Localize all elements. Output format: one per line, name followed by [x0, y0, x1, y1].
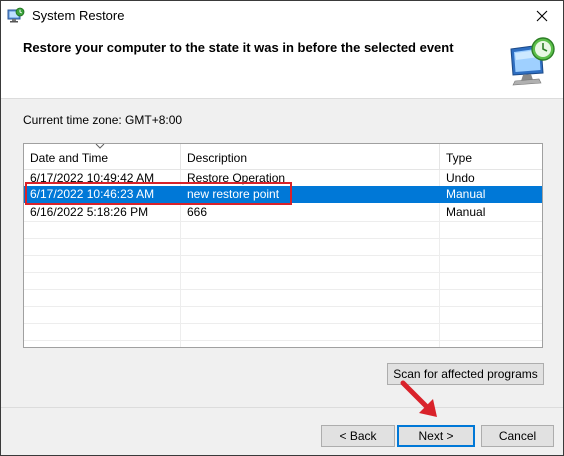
- list-header: Date and Time Description Type: [24, 144, 542, 170]
- row-date: 6/16/2022 5:18:26 PM: [30, 205, 149, 219]
- table-row[interactable]: 6/16/2022 5:18:26 PM 666 Manual: [24, 204, 542, 221]
- row-type: Manual: [446, 205, 486, 219]
- empty-row: [24, 340, 542, 347]
- column-header-date[interactable]: Date and Time: [24, 144, 181, 170]
- column-header-date-label: Date and Time: [30, 151, 109, 165]
- footer-divider: [1, 407, 563, 408]
- row-description: Restore Operation: [187, 171, 286, 185]
- table-row[interactable]: 6/17/2022 10:49:42 AM Restore Operation …: [24, 170, 542, 187]
- cancel-button[interactable]: Cancel: [481, 425, 554, 447]
- row-description: new restore point: [187, 187, 280, 201]
- empty-row: [24, 255, 542, 272]
- column-header-type[interactable]: Type: [440, 144, 542, 170]
- close-button[interactable]: [527, 3, 557, 29]
- red-arrow-icon: [400, 380, 437, 417]
- table-row-selected[interactable]: 6/17/2022 10:46:23 AM new restore point …: [24, 186, 542, 203]
- system-restore-icon: [7, 7, 25, 25]
- scan-affected-programs-button[interactable]: Scan for affected programs: [387, 363, 544, 385]
- page-heading: Restore your computer to the state it wa…: [23, 40, 454, 55]
- row-date: 6/17/2022 10:49:42 AM: [30, 171, 155, 185]
- next-button[interactable]: Next >: [397, 425, 475, 447]
- empty-row: [24, 272, 542, 289]
- title-bar[interactable]: System Restore: [1, 1, 563, 31]
- column-header-type-label: Type: [446, 151, 473, 165]
- row-type: Manual: [446, 187, 486, 201]
- empty-row: [24, 221, 542, 238]
- header-panel: Restore your computer to the state it wa…: [1, 31, 563, 99]
- row-type: Undo: [446, 171, 475, 185]
- row-description: 666: [187, 205, 208, 219]
- system-restore-window: System Restore Restore your computer to …: [0, 0, 564, 456]
- empty-row: [24, 289, 542, 306]
- column-header-description[interactable]: Description: [181, 144, 440, 170]
- empty-row: [24, 323, 542, 340]
- back-button[interactable]: < Back: [321, 425, 395, 447]
- sort-chevron-icon: [95, 144, 105, 149]
- empty-row: [24, 238, 542, 255]
- computer-restore-clock-icon: [505, 35, 557, 87]
- window-title: System Restore: [32, 8, 125, 23]
- timezone-label: Current time zone: GMT+8:00: [23, 113, 183, 127]
- close-icon: [536, 10, 548, 22]
- empty-row: [24, 306, 542, 323]
- column-header-description-label: Description: [187, 151, 248, 165]
- restore-points-list[interactable]: Date and Time Description Type 6/17/2022…: [23, 143, 543, 348]
- row-date: 6/17/2022 10:46:23 AM: [30, 187, 155, 201]
